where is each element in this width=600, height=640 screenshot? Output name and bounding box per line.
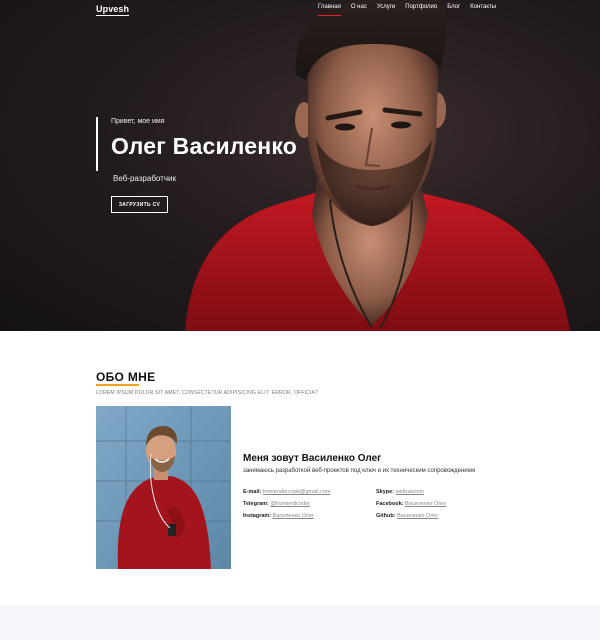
- hero-portrait-image: [185, 0, 570, 331]
- contact-label: Instagram:: [243, 513, 272, 519]
- contact-github: Github: Василенко Олег: [376, 513, 446, 525]
- hero-role: Веб-разработчик: [113, 174, 176, 183]
- main-nav: Главная О нас Услуги Портфолио Блог Конт…: [318, 4, 506, 16]
- contact-label: Skype:: [376, 489, 395, 495]
- contacts-left-column: E-mail: frontendercode@gmail.com Telegra…: [243, 489, 331, 525]
- hero-intro: Привет, мое имя Олег Василенко Веб-разра…: [96, 117, 298, 183]
- about-photo: [96, 406, 231, 569]
- brand-logo[interactable]: Upvesh: [96, 4, 130, 16]
- nav-item-blog[interactable]: Блог: [447, 4, 460, 16]
- contact-label: E-mail:: [243, 489, 262, 495]
- nav-item-home[interactable]: Главная: [318, 4, 341, 16]
- hero-section: Upvesh Главная О нас Услуги Портфолио Бл…: [0, 0, 600, 331]
- telegram-link[interactable]: @frontendcoder: [270, 501, 310, 507]
- hero-greeting: Привет, мое имя: [111, 118, 165, 125]
- contact-label: Facebook:: [376, 501, 404, 507]
- contact-skype: Skype: webrabcom: [376, 489, 446, 501]
- nav-item-services[interactable]: Услуги: [377, 4, 395, 16]
- contact-facebook: Facebook: Василенко Олег: [376, 501, 446, 513]
- instagram-link[interactable]: Василенко Олег: [273, 513, 314, 519]
- nav-item-portfolio[interactable]: Портфолио: [405, 4, 437, 16]
- contact-telegram: Telegram: @frontendcoder: [243, 501, 331, 513]
- hero-name: Олег Василенко: [111, 133, 298, 159]
- facebook-link[interactable]: Василенко Олег: [405, 501, 446, 507]
- about-title: ОБО МНЕ: [96, 370, 156, 384]
- nav-item-about[interactable]: О нас: [351, 4, 367, 16]
- contacts-right-column: Skype: webrabcom Facebook: Василенко Оле…: [376, 489, 446, 525]
- contact-instagram: Instagram: Василенко Олег: [243, 513, 331, 525]
- about-heading: Меня зовут Василенко Олег: [243, 453, 382, 464]
- about-description: занимаюсь разработкой веб-проектов под к…: [243, 468, 476, 474]
- next-section-band: [0, 605, 600, 640]
- github-link[interactable]: Василенко Олег: [397, 513, 438, 519]
- contact-email: E-mail: frontendercode@gmail.com: [243, 489, 331, 501]
- email-link[interactable]: frontendercode@gmail.com: [263, 489, 331, 495]
- contact-label: Telegram:: [243, 501, 269, 507]
- skype-link[interactable]: webrabcom: [396, 489, 424, 495]
- nav-item-contacts[interactable]: Контакты: [470, 4, 496, 16]
- about-subtitle: LOREM IPSUM DOLOR SIT AMET, CONSECTETUR …: [96, 390, 319, 396]
- download-cv-button[interactable]: ЗАГРУЗИТЬ CV: [111, 196, 168, 213]
- contact-label: Github:: [376, 513, 396, 519]
- about-title-underline: [96, 384, 139, 386]
